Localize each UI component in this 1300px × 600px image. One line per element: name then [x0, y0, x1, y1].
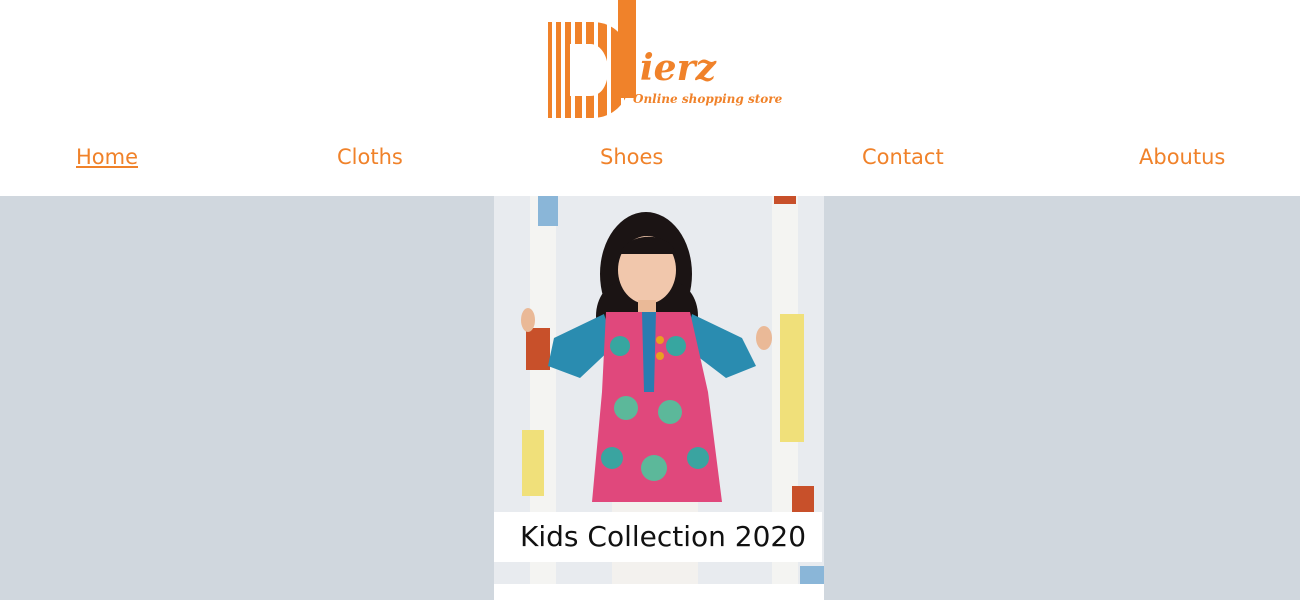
nav-home[interactable]: Home [76, 145, 138, 169]
brand-tagline: Online shopping store [633, 92, 783, 106]
site-header: ierz Online shopping store Home Cloths S… [0, 0, 1300, 196]
nav-shoes[interactable]: Shoes [600, 145, 663, 169]
main-nav: Home Cloths Shoes Contact Aboutus [0, 145, 1300, 177]
brand-name: ierz [640, 47, 716, 89]
secondary-caption-box [494, 584, 824, 600]
nav-aboutus[interactable]: Aboutus [1139, 145, 1225, 169]
kids-collection-photo[interactable]: Kids Collection 2020 [494, 196, 824, 600]
nav-cloths[interactable]: Cloths [337, 145, 403, 169]
caption-box: Kids Collection 2020 [494, 512, 822, 562]
nav-contact[interactable]: Contact [862, 145, 944, 169]
hero-banner: Kids Collection 2020 [0, 196, 1300, 600]
banner-caption: Kids Collection 2020 [520, 520, 807, 553]
brand-logo[interactable]: ierz Online shopping store [540, 0, 782, 122]
